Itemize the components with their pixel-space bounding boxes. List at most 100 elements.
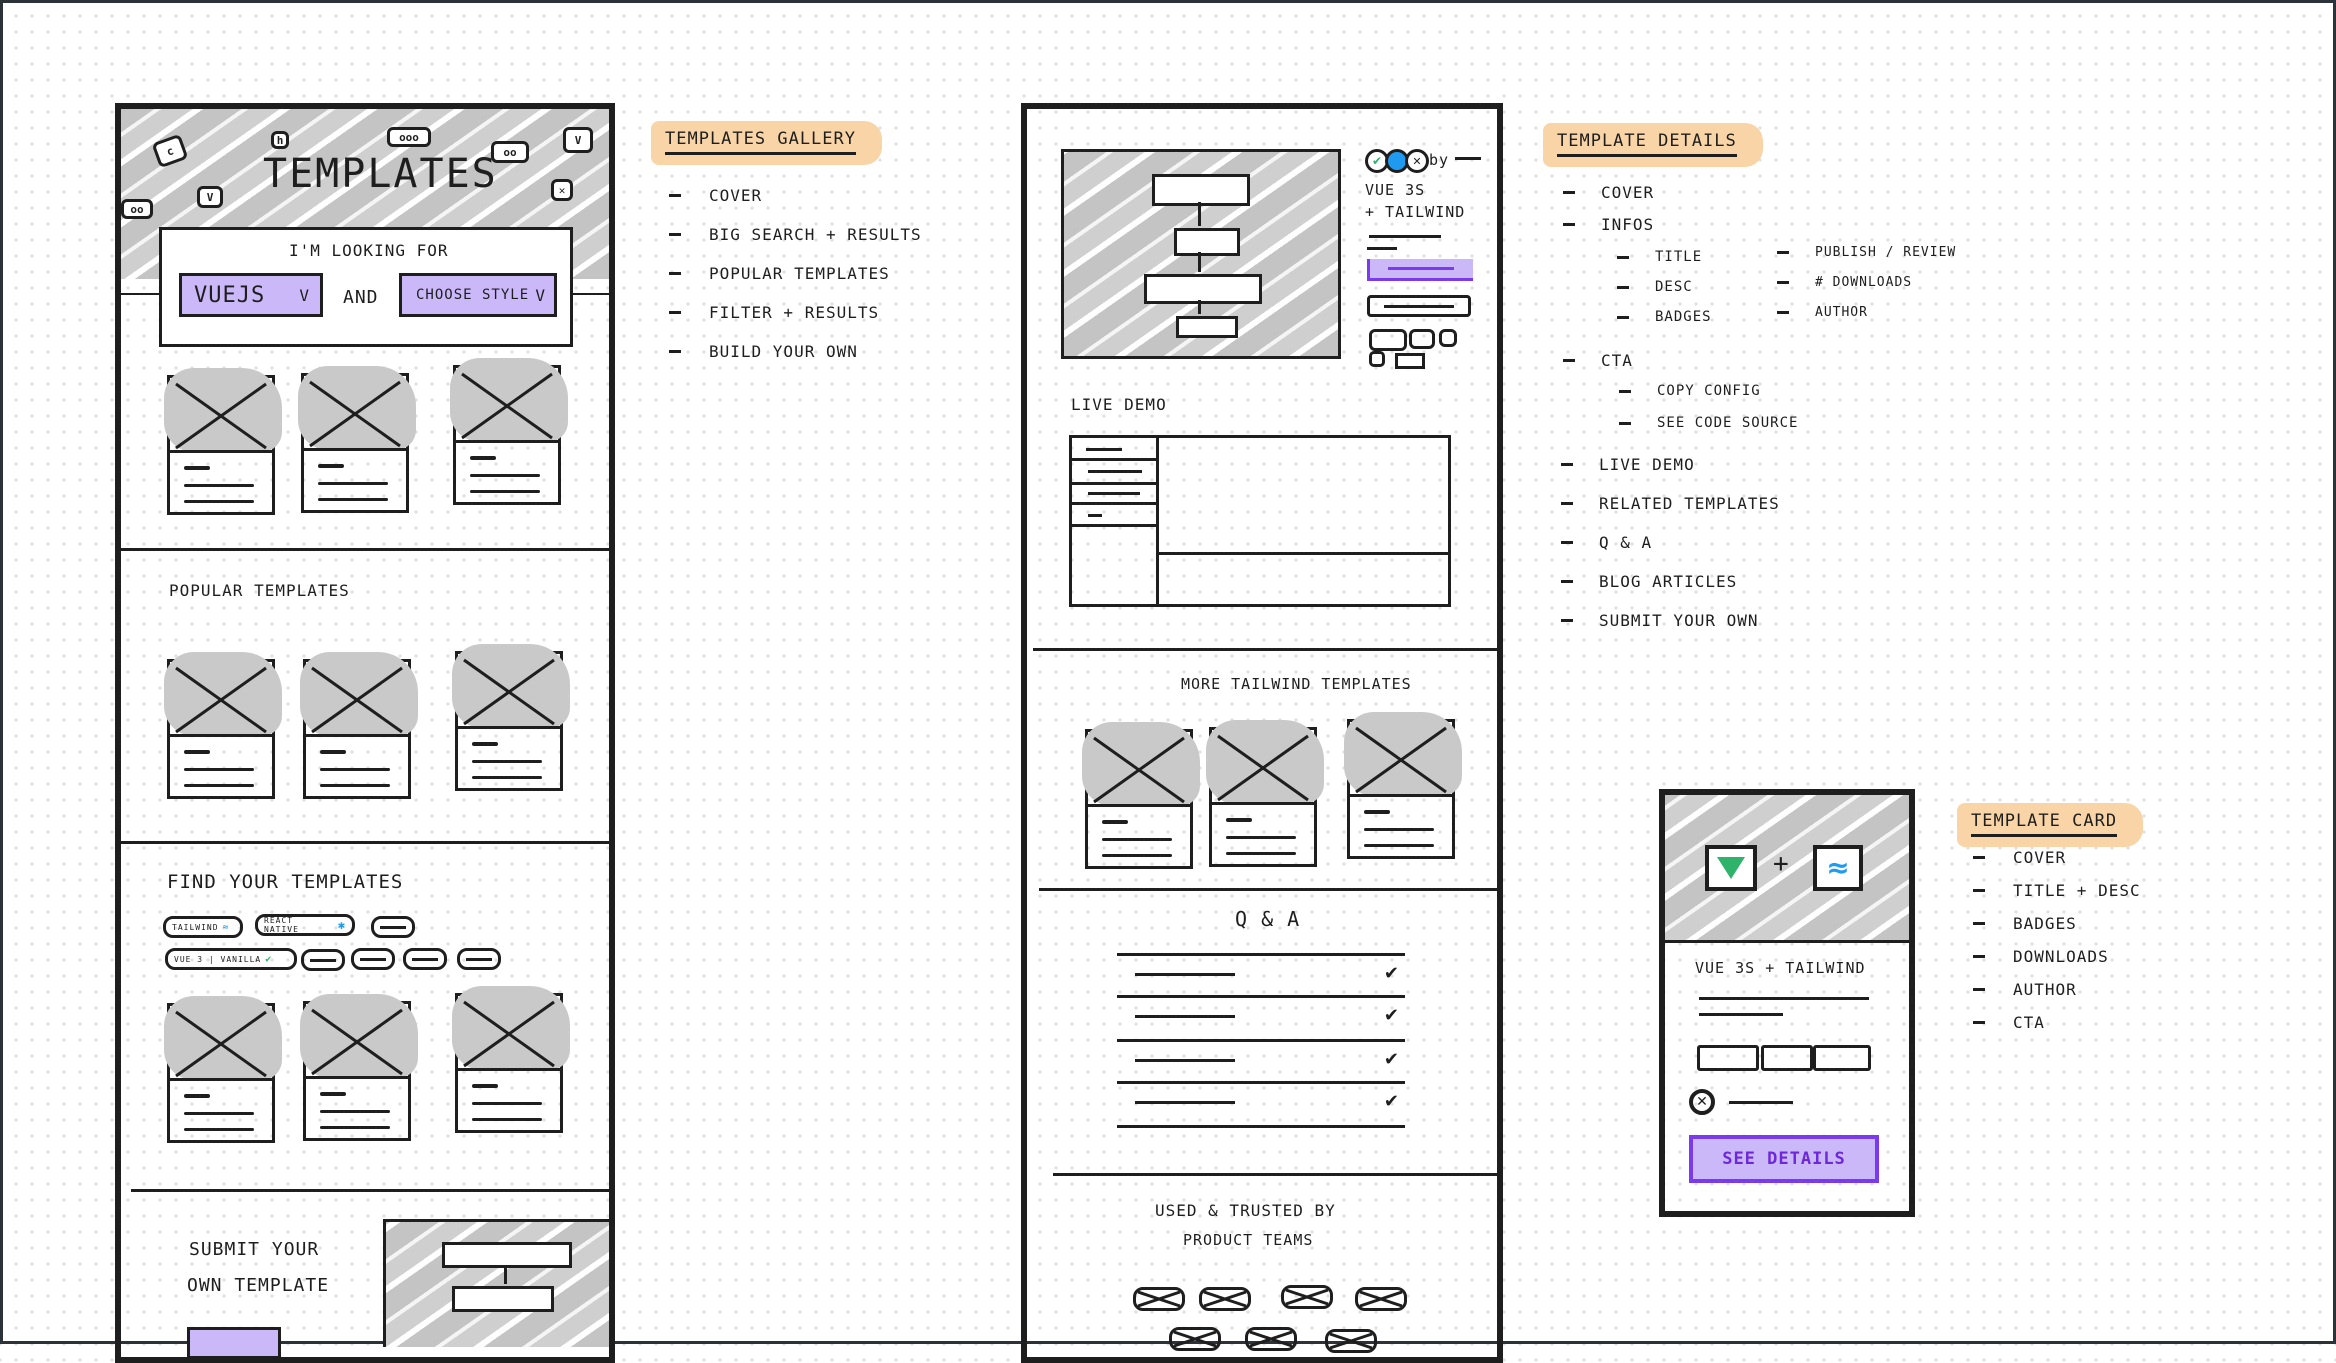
vue-logo-icon-2: V [197, 186, 223, 208]
chevron-down-icon: ✔ [1383, 1005, 1399, 1026]
image-placeholder-icon [308, 380, 402, 448]
copy-config-button[interactable] [1367, 259, 1473, 281]
image-placeholder-icon [1216, 734, 1310, 802]
see-details-label: See details [1722, 1149, 1846, 1169]
gallery-notes-list: Cover Big search + results Popular templat… [669, 176, 922, 371]
see-details-button[interactable]: See details [1689, 1135, 1879, 1183]
note-item: Copy config [1619, 383, 1761, 399]
filter-chip-empty[interactable] [301, 949, 345, 971]
qa-item[interactable]: ✔ [1117, 1001, 1405, 1039]
question-line [1135, 1101, 1235, 1104]
template-card-placeholder[interactable] [452, 986, 570, 1133]
card-title-line [1364, 810, 1390, 814]
card-text-line [184, 500, 254, 503]
card-title: Vue 3S + Tailwind [1695, 959, 1866, 977]
card-title-line [320, 750, 346, 754]
card-text-line [318, 482, 388, 485]
card-text-line [184, 484, 254, 487]
template-card-placeholder[interactable] [164, 368, 282, 515]
card-text-line [318, 498, 388, 501]
qa-item[interactable]: ✔ [1117, 1087, 1405, 1125]
template-card-placeholder[interactable] [300, 652, 418, 799]
framework-select[interactable]: VueJS v [179, 273, 323, 317]
card-text-line [472, 1118, 542, 1121]
filter-chip-vue[interactable]: Vue 3 | Vanilla ✔ [165, 948, 297, 970]
avatar-placeholder-icon: ✕ [1405, 149, 1429, 173]
image-placeholder-icon [174, 666, 268, 734]
tech-badges: ✔ ✕ [1365, 149, 1429, 173]
chevron-down-icon: v [299, 285, 310, 305]
card-text-line [184, 784, 254, 787]
company-logo-placeholder [1325, 1329, 1377, 1353]
question-line [1135, 1015, 1235, 1018]
template-card-placeholder[interactable] [1206, 720, 1324, 867]
note-item: See code source [1619, 415, 1798, 431]
tailwind-logo-icon: ≈ [222, 921, 230, 933]
filter-chip-empty[interactable] [351, 948, 395, 970]
card-text-line [1226, 836, 1296, 839]
section-divider [1053, 1173, 1497, 1176]
qa-divider [1117, 1081, 1405, 1084]
template-card-placeholder[interactable] [164, 996, 282, 1143]
style-select[interactable]: Choose style v [399, 273, 557, 317]
style-select-value: Choose style [416, 287, 530, 303]
search-connector: and [343, 287, 379, 308]
gallery-hero-title: Templates [263, 151, 498, 197]
image-placeholder-icon [174, 1010, 268, 1078]
template-card-placeholder[interactable] [300, 994, 418, 1141]
card-title-line [184, 1094, 210, 1098]
card-text-line [470, 490, 540, 493]
submit-title-line-2: own template [187, 1275, 330, 1296]
vue-logo-icon: V [563, 127, 593, 153]
note-item: Publish / Review [1777, 245, 1956, 260]
filter-chip-empty[interactable] [457, 948, 501, 970]
section-divider [131, 1189, 609, 1192]
detail-badge [1395, 353, 1425, 369]
template-card-placeholder[interactable] [450, 358, 568, 505]
filter-chip-react-native[interactable]: React Native ✱ [255, 914, 355, 936]
template-card-placeholder[interactable] [164, 652, 282, 799]
qa-item[interactable]: ✔ [1117, 959, 1405, 995]
company-logo-placeholder [1281, 1285, 1333, 1309]
chevron-down-icon: ✔ [1383, 963, 1399, 984]
template-card-placeholder[interactable] [298, 366, 416, 513]
tailwind-logo-icon: ≈ [1826, 851, 1850, 884]
company-logo-placeholder [1245, 1327, 1297, 1351]
react-logo-icon: ✱ [337, 918, 346, 932]
company-logo-placeholder [1355, 1287, 1407, 1311]
image-placeholder-icon [462, 658, 556, 726]
note-item: Big search + results [669, 215, 922, 254]
image-placeholder-icon [174, 382, 268, 450]
live-demo-frame[interactable] [1069, 435, 1451, 607]
dots-logo-icon-3: oo [121, 199, 153, 219]
details-cover [1061, 149, 1341, 359]
submit-button[interactable] [187, 1327, 281, 1359]
see-code-button[interactable] [1367, 295, 1471, 317]
chevron-down-icon: ✔ [1383, 1049, 1399, 1070]
image-placeholder-icon [460, 372, 554, 440]
qa-title: Q & A [1235, 907, 1301, 931]
author-name-line [1455, 157, 1481, 160]
trusted-title-line-2: product teams [1183, 1231, 1314, 1249]
detail-badge [1409, 329, 1435, 349]
template-card-placeholder[interactable] [452, 644, 570, 791]
template-card-placeholder[interactable] [1082, 722, 1200, 869]
author-avatar-icon: ✕ [1689, 1089, 1715, 1115]
note-item: Blog articles [1561, 572, 1737, 591]
live-demo-label: Live demo [1071, 395, 1167, 414]
question-line [1135, 973, 1235, 976]
filter-chip-tailwind[interactable]: Tailwind ≈ [163, 916, 243, 938]
filter-chip-empty[interactable] [371, 916, 415, 938]
image-placeholder-icon [1092, 736, 1186, 804]
plus-sign: + [1773, 849, 1790, 879]
card-title-line [1226, 818, 1252, 822]
author-by-label: by [1429, 151, 1450, 169]
vue-logo-tile [1705, 845, 1757, 891]
gallery-notes-label: Templates gallery [651, 121, 882, 165]
qa-divider [1117, 1039, 1405, 1042]
note-item: Badges [1973, 907, 2141, 940]
qa-item[interactable]: ✔ [1117, 1045, 1405, 1081]
card-desc-line [1699, 1013, 1783, 1016]
filter-chip-empty[interactable] [403, 948, 447, 970]
template-card-placeholder[interactable] [1344, 712, 1462, 859]
